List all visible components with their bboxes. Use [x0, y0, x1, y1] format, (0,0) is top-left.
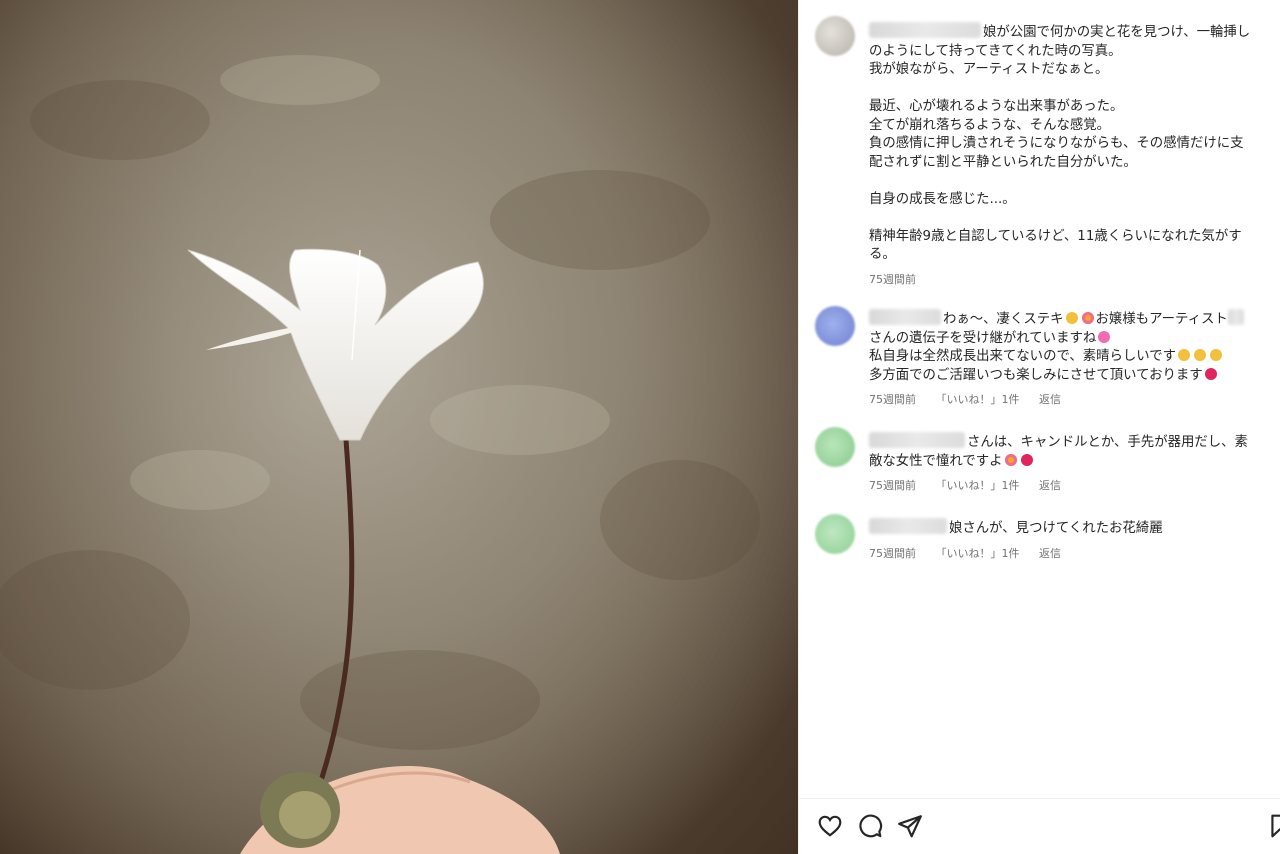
caption-line: 精神年齢9歳と自認しているけど、11歳くらいになれた気がす: [869, 228, 1242, 244]
red-heart-emoji-icon: [1204, 367, 1217, 380]
comment-text: 娘さんが、見つけてくれたお花綺麗: [949, 521, 1163, 536]
comment-likes-count[interactable]: 「いいね！」1件: [936, 547, 1020, 560]
caption-line: 自身の成長を感じた...。: [869, 191, 1016, 207]
action-bar: [799, 798, 1280, 854]
comment: 娘さんが、見つけてくれたお花綺麗 75週間前 「いいね！」1件 返信: [869, 518, 1271, 563]
comment-text: わぁ～、凄くステキ: [943, 312, 1064, 327]
comment-icon[interactable]: [857, 813, 883, 839]
caption-line: 最近、心が壊れるような出来事があった。: [869, 99, 1124, 114]
comment-likes-count[interactable]: 「いいね！」1件: [936, 393, 1020, 406]
comment-text: さんは、キャンドルとか、手先が器用だし、素: [967, 435, 1248, 450]
caption-line: 娘が公園で何かの実と花を見つけ、一輪挿し: [983, 25, 1251, 40]
commenter-avatar[interactable]: [815, 306, 855, 346]
sparkling-heart-emoji-icon: [1098, 330, 1111, 343]
post-caption: 娘が公園で何かの実と花を見つけ、一輪挿し のようにして持ってきてくれた時の写真。…: [869, 22, 1271, 289]
commenter-username[interactable]: [869, 309, 941, 325]
post-timestamp[interactable]: 75週間前: [869, 273, 916, 286]
comment-text: お嬢様もアーティスト: [1095, 312, 1228, 327]
reply-button[interactable]: 返信: [1039, 547, 1061, 560]
author-avatar[interactable]: [815, 16, 855, 56]
heart-icon[interactable]: [817, 813, 843, 839]
clap-emoji-icon: [1178, 349, 1191, 361]
comment-likes-count[interactable]: 「いいね！」1件: [936, 479, 1020, 492]
caption-line: る。: [869, 247, 896, 262]
bookmark-icon[interactable]: [1267, 813, 1280, 839]
post-photo: [0, 0, 798, 854]
caption-line: 我が娘ながら、アーティストだなぁと。: [869, 62, 1109, 77]
caption-line: 負の感情に押し潰されそうになりながらも、その感情だけに支: [869, 136, 1244, 151]
heart-eyes-emoji-icon: [1004, 453, 1017, 466]
share-icon[interactable]: [897, 813, 923, 839]
commenter-username[interactable]: [869, 432, 965, 448]
comment-text: さんの遺伝子を受け継がれていますね: [869, 330, 1097, 346]
comment-text: 多方面でのご活躍いつも楽しみにさせて頂いております: [869, 367, 1203, 383]
comments-panel: 娘が公園で何かの実と花を見つけ、一輪挿し のようにして持ってきてくれた時の写真。…: [798, 0, 1280, 854]
mentioned-username[interactable]: [1227, 309, 1244, 325]
comment-text: 敵な女性で憧れですよ: [869, 453, 1003, 469]
reply-button[interactable]: 返信: [1039, 393, 1061, 406]
commenter-username[interactable]: [869, 518, 947, 534]
commenter-avatar[interactable]: [815, 427, 855, 467]
heart-eyes-emoji-icon: [1081, 312, 1094, 324]
red-heart-emoji-icon: [1020, 453, 1033, 466]
caption-line: のようにして持ってきてくれた時の写真。: [869, 43, 1122, 59]
comment-timestamp[interactable]: 75週間前: [869, 547, 916, 560]
commenter-avatar[interactable]: [815, 514, 855, 554]
comment-timestamp[interactable]: 75週間前: [869, 479, 916, 492]
clap-emoji-icon: [1194, 349, 1207, 361]
clap-emoji-icon: [1210, 349, 1223, 361]
reply-button[interactable]: 返信: [1039, 479, 1061, 492]
clap-emoji-icon: [1065, 312, 1078, 324]
comment: わぁ～、凄くステキ お嬢様もアーティスト さんの遺伝子を受け継がれていますね 私自…: [869, 309, 1271, 410]
author-username[interactable]: [869, 22, 981, 38]
caption-line: 配されずに割と平静といられた自分がいた。: [869, 154, 1137, 170]
comment-text: 私自身は全然成長出来てないので、素晴らしいです: [869, 349, 1177, 364]
comment-timestamp[interactable]: 75週間前: [869, 393, 916, 406]
comment: さんは、キャンドルとか、手先が器用だし、素 敵な女性で憧れですよ 75週間前 「…: [869, 432, 1271, 496]
caption-line: 全てが崩れ落ちるような、そんな感覚。: [869, 117, 1111, 133]
